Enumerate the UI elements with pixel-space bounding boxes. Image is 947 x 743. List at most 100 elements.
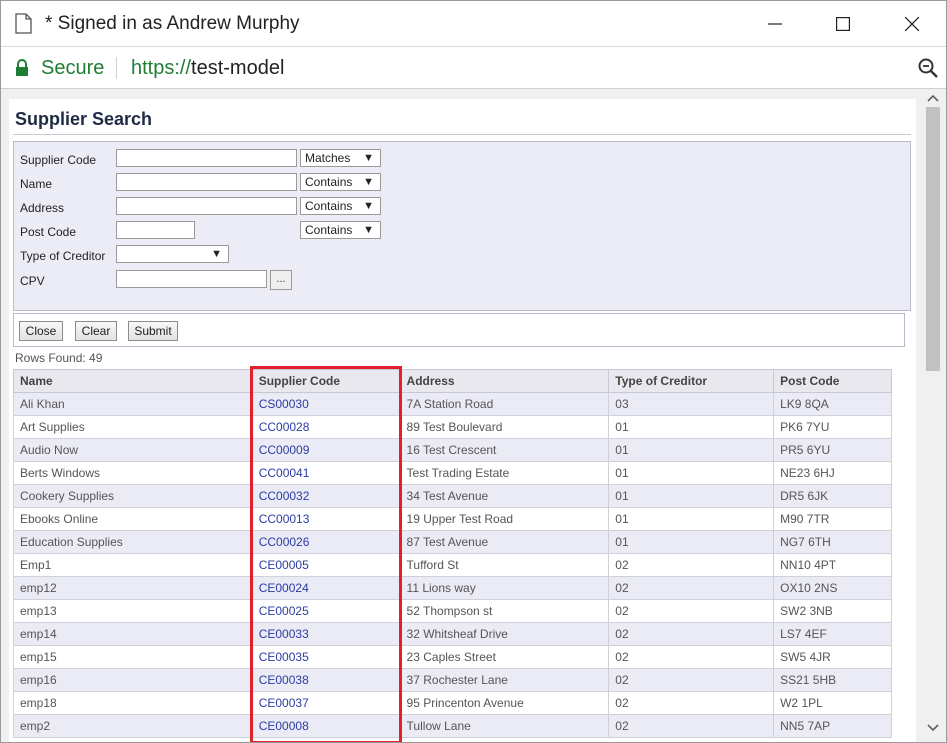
cell-supplier-code[interactable]: CE00008 — [251, 714, 401, 738]
address-input[interactable] — [116, 197, 297, 215]
url-protocol: https:// — [131, 57, 192, 79]
cell-supplier-code[interactable]: CC00028 — [251, 415, 401, 439]
dropdown-arrow-icon: ▼ — [363, 224, 374, 236]
cell-type-of-creditor: 01 — [608, 530, 775, 554]
cpv-input[interactable] — [116, 270, 267, 288]
cell-supplier-code[interactable]: CC00032 — [251, 484, 401, 508]
document-icon — [15, 13, 32, 34]
table-row[interactable]: Cookery Supplies CC00032 34 Test Avenue 01 D… — [13, 484, 892, 508]
cell-post-code: SW5 4JR — [773, 645, 892, 669]
table-row[interactable]: Ali Khan CS00030 7A Station Road 03 LK9 8QA — [13, 392, 892, 416]
table-row[interactable]: emp13 CE00025 52 Thompson st 02 SW2 3NB — [13, 599, 892, 623]
post-code-match-select[interactable]: Contains ▼ — [300, 221, 381, 239]
type-of-creditor-select[interactable]: ▼ — [116, 245, 229, 263]
table-row[interactable]: Ebooks Online CC00013 19 Upper Test Road 01… — [13, 507, 892, 531]
close-icon — [905, 17, 919, 31]
url-host: test-model — [191, 57, 285, 79]
cpv-browse-button[interactable]: ... — [270, 270, 292, 290]
cell-name: Ali Khan — [13, 392, 253, 416]
cell-supplier-code[interactable]: CC00041 — [251, 461, 401, 485]
name-input[interactable] — [116, 173, 297, 191]
scroll-up-icon[interactable] — [926, 93, 940, 103]
cell-supplier-code[interactable]: CC00013 — [251, 507, 401, 531]
cell-supplier-code[interactable]: CE00005 — [251, 553, 401, 577]
table-row[interactable]: emp12 CE00024 11 Lions way 02 OX10 2NS — [13, 576, 892, 600]
page-title: Supplier Search — [15, 109, 153, 129]
results-table: Name Supplier Code Address Type of Credi… — [13, 369, 892, 738]
cell-name: emp2 — [13, 714, 253, 738]
cell-post-code: DR5 6JK — [773, 484, 892, 508]
cell-supplier-code[interactable]: CE00038 — [251, 668, 401, 692]
column-header-address[interactable]: Address — [399, 369, 610, 393]
supplier-code-match-value: Matches — [305, 151, 351, 165]
cell-post-code: PR5 6YU — [773, 438, 892, 462]
cell-address: 87 Test Avenue — [399, 530, 610, 554]
cell-supplier-code[interactable]: CE00035 — [251, 645, 401, 669]
column-header-type-of-creditor[interactable]: Type of Creditor — [608, 369, 775, 393]
maximize-button[interactable] — [825, 9, 861, 39]
url-field[interactable]: https://test-model — [131, 57, 284, 80]
column-header-post-code[interactable]: Post Code — [773, 369, 892, 393]
cell-supplier-code[interactable]: CS00030 — [251, 392, 401, 416]
cell-name: Emp1 — [13, 553, 253, 577]
vertical-scrollbar[interactable] — [921, 89, 946, 742]
scroll-down-icon[interactable] — [926, 723, 940, 733]
post-code-input[interactable] — [116, 221, 195, 239]
table-row[interactable]: emp18 CE00037 95 Princenton Avenue 02 W2 1PL — [13, 691, 892, 715]
cell-address: 23 Caples Street — [399, 645, 610, 669]
cell-supplier-code[interactable]: CE00033 — [251, 622, 401, 646]
cell-name: emp18 — [13, 691, 253, 715]
cell-type-of-creditor: 01 — [608, 438, 775, 462]
cell-supplier-code[interactable]: CE00037 — [251, 691, 401, 715]
scrollbar-thumb[interactable] — [926, 107, 940, 371]
cell-post-code: LK9 8QA — [773, 392, 892, 416]
table-row[interactable]: Emp1 CE00005 Tufford St 02 NN10 4PT — [13, 553, 892, 577]
name-label: Name — [20, 177, 53, 191]
page-viewport: Supplier Search Supplier Code Matches ▼ N… — [1, 89, 946, 742]
submit-button[interactable]: Submit — [128, 321, 178, 341]
cell-address: 32 Whitsheaf Drive — [399, 622, 610, 646]
dropdown-arrow-icon: ▼ — [363, 200, 374, 212]
zoom-icon[interactable] — [917, 57, 939, 79]
column-header-name[interactable]: Name — [13, 369, 253, 393]
lock-icon — [16, 59, 28, 76]
table-row[interactable]: emp2 CE00008 Tullow Lane 02 NN5 7AP — [13, 714, 892, 738]
cell-post-code: SS21 5HB — [773, 668, 892, 692]
table-row[interactable]: Audio Now CC00009 16 Test Crescent 01 PR5 6Y… — [13, 438, 892, 462]
cell-post-code: PK6 7YU — [773, 415, 892, 439]
cell-type-of-creditor: 02 — [608, 553, 775, 577]
clear-button[interactable]: Clear — [75, 321, 117, 341]
column-header-supplier-code[interactable]: Supplier Code — [251, 369, 401, 393]
action-bar: Close Clear Submit — [13, 313, 905, 347]
table-row[interactable]: Berts Windows CC00041 Test Trading Estate 0… — [13, 461, 892, 485]
cell-address: 7A Station Road — [399, 392, 610, 416]
address-match-select[interactable]: Contains ▼ — [300, 197, 381, 215]
close-form-button[interactable]: Close — [19, 321, 63, 341]
cell-type-of-creditor: 02 — [608, 668, 775, 692]
cell-supplier-code[interactable]: CC00026 — [251, 530, 401, 554]
close-button[interactable] — [894, 9, 930, 39]
table-row[interactable]: emp16 CE00038 37 Rochester Lane 02 SS21 5HB — [13, 668, 892, 692]
cell-type-of-creditor: 02 — [608, 576, 775, 600]
supplier-code-label: Supplier Code — [20, 153, 97, 167]
cell-post-code: NN10 4PT — [773, 553, 892, 577]
supplier-code-match-select[interactable]: Matches ▼ — [300, 149, 381, 167]
cell-address: Tullow Lane — [399, 714, 610, 738]
supplier-code-input[interactable] — [116, 149, 297, 167]
name-match-select[interactable]: Contains ▼ — [300, 173, 381, 191]
cell-post-code: NN5 7AP — [773, 714, 892, 738]
table-row[interactable]: Art Supplies CC00028 89 Test Boulevard 01 PK… — [13, 415, 892, 439]
name-match-value: Contains — [305, 175, 353, 189]
table-row[interactable]: emp14 CE00033 32 Whitsheaf Drive 02 LS7 4EF — [13, 622, 892, 646]
post-code-label: Post Code — [20, 225, 77, 239]
table-row[interactable]: Education Supplies CC00026 87 Test Avenue 0… — [13, 530, 892, 554]
cell-supplier-code[interactable]: CE00024 — [251, 576, 401, 600]
cell-supplier-code[interactable]: CC00009 — [251, 438, 401, 462]
cell-type-of-creditor: 02 — [608, 599, 775, 623]
cell-name: emp16 — [13, 668, 253, 692]
cell-address: 11 Lions way — [399, 576, 610, 600]
minimize-button[interactable] — [757, 9, 793, 39]
type-of-creditor-label: Type of Creditor — [20, 249, 106, 263]
cell-supplier-code[interactable]: CE00025 — [251, 599, 401, 623]
table-row[interactable]: emp15 CE00035 23 Caples Street 02 SW5 4JR — [13, 645, 892, 669]
